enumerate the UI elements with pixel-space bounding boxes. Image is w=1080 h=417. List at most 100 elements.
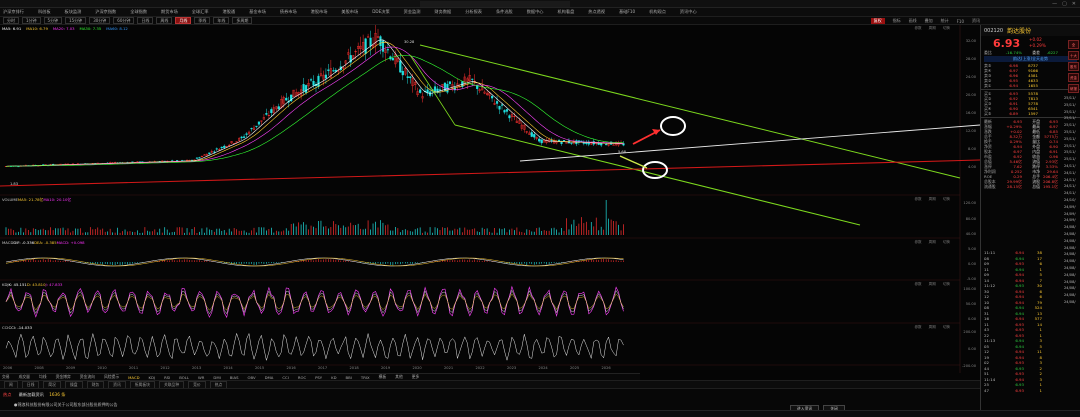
menu-item[interactable]: DDE决策 — [372, 9, 389, 15]
tool-button[interactable]: 统计 — [941, 18, 949, 24]
period-control[interactable]: 周期 — [929, 282, 936, 287]
menu-item[interactable]: 基金市场 — [249, 9, 266, 15]
indicator-tab[interactable]: OBV — [247, 375, 255, 380]
menu-item[interactable]: 债券市场 — [280, 9, 297, 15]
period-control[interactable]: 周期 — [929, 325, 936, 330]
chart-canvas[interactable]: 30.28 1.83 5.68 — [0, 24, 981, 373]
param-control[interactable]: 参数 — [914, 240, 921, 245]
switch-control[interactable]: 切换 — [943, 240, 950, 245]
candle-body — [419, 89, 422, 93]
legend-item: J: 47.833 — [45, 282, 63, 287]
period-button[interactable]: 周线 — [156, 17, 173, 24]
side-tab[interactable]: 研报 — [1068, 84, 1079, 93]
indicator-tab[interactable]: PSY — [315, 375, 322, 380]
menu-item[interactable]: 资金监测 — [404, 9, 421, 15]
tool-button[interactable]: 叠加 — [925, 18, 933, 24]
param-control[interactable]: 参数 — [914, 282, 921, 287]
indicator-tab[interactable]: DMA — [265, 375, 274, 380]
menu-item[interactable]: 美股市场 — [341, 9, 358, 15]
candle-body — [255, 125, 258, 127]
param-control[interactable]: 参数 — [914, 197, 921, 202]
side-tab[interactable]: 十大 — [1068, 51, 1079, 60]
intraday-link[interactable]: 韵达(上涨)全天走势 — [984, 56, 1077, 62]
menu-item[interactable]: 条件选股 — [496, 9, 513, 15]
menu-item[interactable]: 机构看盘 — [558, 9, 575, 15]
switch-control[interactable]: 切换 — [943, 325, 950, 330]
period-button[interactable]: 日线 — [137, 17, 154, 24]
switch-control[interactable]: 切换 — [943, 282, 950, 287]
menu-item[interactable]: 机构观点 — [649, 9, 666, 15]
indicator-tab[interactable]: KDJ — [149, 375, 156, 380]
price-tick: 20.00 — [965, 93, 976, 97]
period-button[interactable]: 15分钟 — [65, 17, 87, 24]
indicator-tab[interactable]: DMI — [213, 375, 220, 380]
minimize-icon[interactable]: — — [1052, 1, 1057, 7]
tool-button[interactable]: 指标 — [893, 18, 901, 24]
menu-item[interactable]: 板块监测 — [65, 9, 82, 15]
period-button[interactable]: 月线 — [175, 17, 192, 24]
menu-item[interactable]: 基础F10 — [619, 9, 635, 15]
indicator-tab[interactable]: KD — [331, 375, 336, 380]
period-button[interactable]: 季线 — [194, 17, 211, 24]
period-button[interactable]: 年线 — [213, 17, 230, 24]
menu-item[interactable]: 全球指数 — [130, 9, 147, 15]
menu-item[interactable]: 全球汇率 — [192, 9, 209, 15]
menu-item[interactable]: 分析报表 — [465, 9, 482, 15]
candle-body — [364, 38, 367, 55]
menu-item[interactable]: 港股通 — [223, 9, 236, 15]
period-button[interactable]: 5分钟 — [43, 17, 63, 24]
legend-item: VOLUME — [2, 197, 18, 202]
date-cell: 25/11/ — [1064, 129, 1076, 134]
news-line[interactable]: ●锦浪科技股份有限公司关于公司股东部分股份质押的公告 — [14, 402, 118, 408]
tool-button[interactable]: 复权 — [870, 18, 885, 24]
indicator-tab[interactable]: BIAS — [230, 375, 239, 380]
indicator-tab[interactable]: TRIX — [361, 375, 370, 380]
indicator-tab[interactable]: BBI — [346, 375, 352, 380]
period-button[interactable]: 多周期 — [232, 17, 253, 24]
tool-button[interactable]: 资讯 — [972, 18, 980, 24]
year-tick: 2025 — [570, 366, 580, 370]
candle-body — [498, 106, 501, 110]
maximize-icon[interactable]: ▢ — [1062, 1, 1067, 7]
period-control[interactable]: 周期 — [929, 240, 936, 245]
indicator-tab[interactable]: CCI — [282, 375, 288, 380]
indicator-tab[interactable]: WR — [198, 375, 204, 380]
menu-item[interactable]: 港股市场 — [311, 9, 328, 15]
close-icon[interactable]: ✕ — [1072, 1, 1076, 7]
menu-item[interactable]: 沪深京指数 — [95, 9, 116, 15]
indicator-tab[interactable]: RSI — [164, 375, 170, 380]
menu-item[interactable]: 热点透视 — [588, 9, 605, 15]
news-headline[interactable]: 最新加载资讯 — [19, 392, 44, 397]
period-button[interactable]: 60分钟 — [113, 17, 135, 24]
candle-body — [406, 76, 409, 78]
stock-name[interactable]: 韵达股份 — [1007, 26, 1031, 35]
period-control[interactable]: 周期 — [929, 26, 936, 31]
indicator-tab[interactable]: ROC — [298, 375, 306, 380]
period-button[interactable]: 1分钟 — [22, 17, 41, 24]
menu-item[interactable]: 科创板 — [38, 9, 51, 15]
side-tab[interactable]: 全 — [1068, 40, 1079, 49]
switch-control[interactable]: 切换 — [943, 197, 950, 202]
tool-button[interactable]: 画线 — [909, 18, 917, 24]
period-button[interactable]: 30分钟 — [89, 17, 111, 24]
indicator-tab[interactable]: BOLL — [179, 375, 189, 380]
param-control[interactable]: 参数 — [914, 325, 921, 330]
kline-chart-area[interactable]: 30.28 1.83 5.68 MA5: 6.91 MA10: 6.79 MA20: 7… — [0, 24, 981, 373]
switch-control[interactable]: 切换 — [943, 26, 950, 31]
menu-item[interactable]: 数据中心 — [527, 9, 544, 15]
menu-item[interactable]: 财务数据 — [434, 9, 451, 15]
indicator-tab[interactable]: MACD — [128, 375, 139, 380]
legend-item: MA10: 20.10亿 — [43, 197, 72, 202]
tool-button[interactable]: F10 — [957, 19, 964, 24]
menu-item[interactable]: 期货市场 — [161, 9, 178, 15]
menu-item[interactable]: 沪深京排行 — [3, 9, 24, 15]
param-control[interactable]: 参数 — [914, 26, 921, 31]
side-tab[interactable]: 资金 — [1068, 73, 1079, 82]
trading-app-window: — ▢ ✕ 沪深京排行 科创板 板块监测 沪深京指数 全球指数 期货市场 全球汇率 港股通 基金… — [0, 0, 1080, 417]
period-button[interactable]: 分时 — [3, 17, 19, 24]
side-tab[interactable]: 股东 — [1068, 62, 1079, 71]
period-control[interactable]: 周期 — [929, 197, 936, 202]
last-label: 5.68 — [618, 150, 627, 154]
menu-item[interactable]: 资讯中心 — [680, 9, 697, 15]
legend-item: D: 43.810 — [26, 282, 46, 287]
